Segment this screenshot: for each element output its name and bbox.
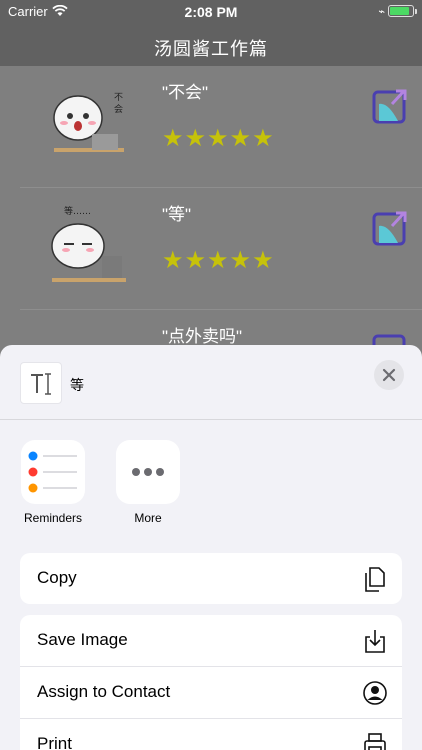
app-reminders[interactable]: Reminders — [19, 440, 87, 525]
more-icon — [116, 440, 180, 504]
shared-item-name: 等 — [70, 377, 84, 393]
list-item[interactable]: 不 会 "不会" ★★★★★ — [0, 66, 422, 188]
svg-text:不: 不 — [114, 92, 123, 103]
app-label: More — [134, 511, 162, 525]
save-icon — [365, 630, 385, 653]
copy-action[interactable]: Copy — [20, 553, 402, 604]
sticker-list: 不 会 "不会" ★★★★★ 等…… "等" ★★★★★ "点外卖吗" — [0, 66, 422, 368]
assign-contact-action[interactable]: Assign to Contact — [20, 667, 402, 719]
svg-text:等……: 等…… — [64, 205, 91, 217]
close-icon — [382, 368, 396, 382]
rating-stars: ★★★★★ — [162, 247, 275, 274]
share-icon[interactable] — [372, 210, 408, 246]
sticker-phrase: "不会" — [162, 83, 209, 102]
sticker-phrase: "等" — [162, 205, 192, 224]
svg-text:会: 会 — [114, 103, 123, 115]
sticker-image: 不 会 — [53, 92, 124, 152]
close-button[interactable] — [374, 360, 404, 390]
app-more[interactable]: More — [114, 440, 182, 525]
action-label: Copy — [37, 568, 77, 587]
navigation-bar: Carrier 2:08 PM ⌁ 汤圆酱工作篇 — [0, 0, 422, 66]
share-icon[interactable] — [372, 88, 408, 124]
clock: 2:08 PM — [184, 4, 238, 20]
save-image-action[interactable]: Save Image — [20, 615, 402, 667]
print-action[interactable]: Print — [20, 719, 402, 750]
page-title: 汤圆酱工作篇 — [154, 39, 268, 59]
status-bar: Carrier 2:08 PM ⌁ — [0, 0, 422, 24]
action-label: Assign to Contact — [37, 682, 171, 701]
action-label: Save Image — [37, 630, 128, 649]
action-label: Print — [37, 734, 72, 750]
battery-icon — [388, 5, 417, 17]
share-sheet: 等 Reminders More Copy Save Image Assign … — [0, 345, 422, 750]
reminders-icon — [21, 440, 85, 504]
rating-stars: ★★★★★ — [162, 125, 275, 152]
print-icon — [364, 733, 386, 750]
sticker-phrase: "点外卖吗" — [162, 327, 243, 346]
app-label: Reminders — [23, 511, 83, 525]
share-sheet-header: 等 — [0, 345, 422, 420]
contact-icon — [363, 681, 387, 705]
share-apps-row: Reminders More — [0, 440, 422, 530]
action-group-main: Save Image Assign to Contact Print — [20, 615, 402, 750]
copy-icon — [365, 567, 385, 592]
text-document-icon — [20, 362, 62, 404]
action-group-copy: Copy — [20, 553, 402, 604]
sticker-image: 等…… — [51, 205, 126, 282]
location-icon: ⌁ — [378, 6, 385, 18]
list-item[interactable]: 等…… "等" ★★★★★ — [0, 188, 422, 310]
